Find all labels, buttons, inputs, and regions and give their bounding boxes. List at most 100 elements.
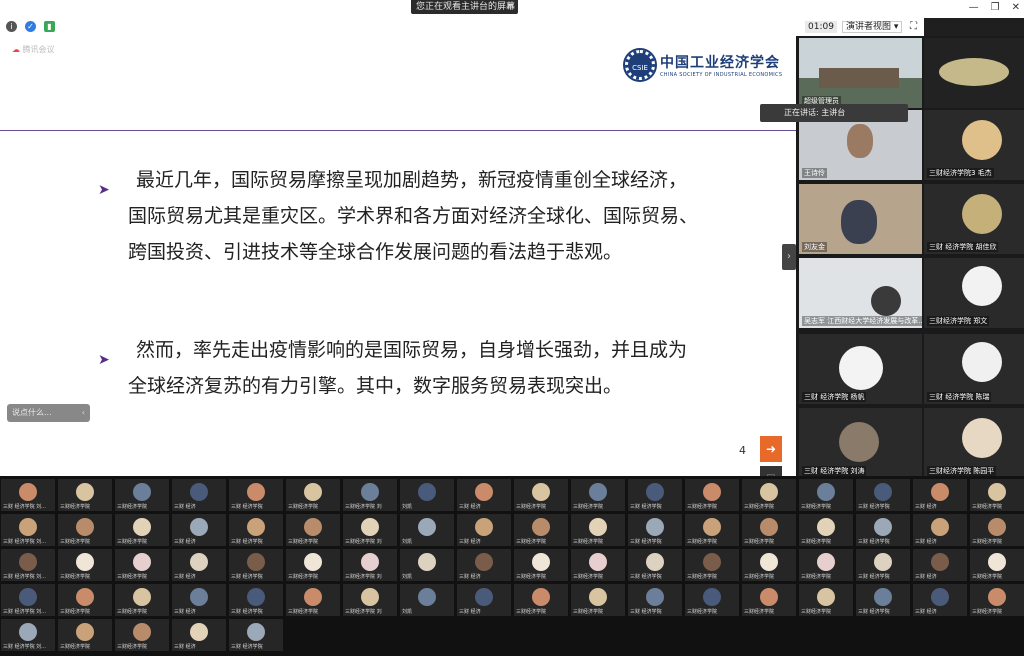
screen-share-banner[interactable]: 您正在观看主讲台的屏幕 ≡ xyxy=(411,0,518,14)
gallery-tile[interactable]: 三财经济学院 xyxy=(969,583,1024,617)
gallery-tile[interactable]: 三财经济学院 xyxy=(114,548,170,582)
gallery-tile[interactable]: 三财经济学院 xyxy=(513,513,569,547)
gallery-tile[interactable]: 三财经济学院 xyxy=(684,513,740,547)
gallery-tile[interactable]: 三财 经济学院 刘... xyxy=(0,618,56,652)
gallery-tile[interactable]: 三财经济学院 xyxy=(114,478,170,512)
gallery-tile[interactable]: 三财经济学院 xyxy=(513,548,569,582)
gallery-tile[interactable]: 三财经济学院 xyxy=(969,548,1024,582)
video-tile[interactable]: 三财 经济学院 杨帆 xyxy=(799,334,922,404)
video-tile[interactable]: 三财经济学院 郑文 xyxy=(924,258,1024,328)
gallery-tile[interactable]: 三财经济学院 xyxy=(57,478,113,512)
gallery-tile[interactable]: 三财经济学院 xyxy=(969,513,1024,547)
gallery-tile[interactable]: 三财 经济学院 刘... xyxy=(0,513,56,547)
gallery-tile[interactable]: 三财 经济学院 xyxy=(627,478,683,512)
share-arrow-button[interactable]: ➜ xyxy=(760,436,782,462)
video-tile[interactable]: 三财 经济学院 刘涛 xyxy=(799,408,922,478)
gallery-tile[interactable]: 三财 经济 xyxy=(456,513,512,547)
gallery-tile[interactable]: 三财经济学院 xyxy=(570,513,626,547)
gallery-tile[interactable]: 三财经济学院 xyxy=(285,513,341,547)
gallery-tile[interactable]: 三财经济学院 xyxy=(798,583,854,617)
gallery-tile[interactable]: 刘凯 xyxy=(399,583,455,617)
chat-collapse-icon[interactable]: ‹ xyxy=(82,404,85,422)
gallery-tile[interactable]: 三财 经济学院 xyxy=(855,583,911,617)
gallery-tile[interactable]: 刘凯 xyxy=(399,513,455,547)
gallery-tile[interactable]: 三财经济学院 xyxy=(684,478,740,512)
gallery-tile[interactable]: 三财经济学院 xyxy=(57,583,113,617)
gallery-tile[interactable]: 三财经济学院 xyxy=(114,513,170,547)
gallery-tile[interactable]: 三财 经济 xyxy=(171,513,227,547)
gallery-tile[interactable]: 三财 经济学院 xyxy=(228,548,284,582)
gallery-tile[interactable]: 三财经济学院 xyxy=(741,548,797,582)
close-button[interactable]: ✕ xyxy=(1012,2,1020,13)
gallery-tile[interactable]: 三财 经济学院 刘... xyxy=(0,583,56,617)
restore-button[interactable]: ❐ xyxy=(991,2,1000,13)
gallery-tile[interactable]: 三财经济学院 刘 xyxy=(342,548,398,582)
video-tile[interactable] xyxy=(924,38,1024,108)
minimize-button[interactable]: — xyxy=(969,2,979,13)
gallery-tile[interactable]: 三财经济学院 xyxy=(741,478,797,512)
gallery-tile[interactable]: 三财 经济学院 xyxy=(855,513,911,547)
gallery-tile[interactable]: 三财经济学院 xyxy=(57,548,113,582)
gallery-tile[interactable]: 三财经济学院 xyxy=(285,583,341,617)
menu-icon[interactable]: ≡ xyxy=(506,0,514,14)
gallery-tile[interactable]: 三财经济学院 xyxy=(741,513,797,547)
gallery-tile[interactable]: 三财经济学院 xyxy=(57,513,113,547)
gallery-tile[interactable]: 三财 经济学院 xyxy=(228,478,284,512)
gallery-tile[interactable]: 三财经济学院 xyxy=(684,583,740,617)
gallery-tile[interactable]: 三财经济学院 xyxy=(114,583,170,617)
gallery-tile[interactable]: 三财 经济学院 xyxy=(627,513,683,547)
gallery-tile[interactable]: 三财经济学院 xyxy=(513,478,569,512)
gallery-tile[interactable]: 三财 经济学院 xyxy=(627,548,683,582)
video-tile[interactable]: 吴志军 江西财经大学经济发展与改革... xyxy=(799,258,922,328)
gallery-tile[interactable]: 三财 经济学院 刘... xyxy=(0,548,56,582)
gallery-tile[interactable]: 三财经济学院 xyxy=(798,513,854,547)
gallery-tile[interactable]: 三财 经济学院 xyxy=(855,548,911,582)
gallery-tile[interactable]: 三财经济学院 刘 xyxy=(342,478,398,512)
gallery-tile[interactable]: 三财经济学院 xyxy=(798,548,854,582)
gallery-tile[interactable]: 三财 经济学院 xyxy=(627,583,683,617)
gallery-tile[interactable]: 三财经济学院 xyxy=(285,548,341,582)
panel-toggle-icon[interactable]: › xyxy=(782,244,796,270)
gallery-tile[interactable]: 三财经济学院 xyxy=(114,618,170,652)
video-tile[interactable]: 三财 经济学院 胡佳欣 xyxy=(924,184,1024,254)
video-tile[interactable]: 刘友金 xyxy=(799,184,922,254)
video-tile[interactable]: 超级管理员 xyxy=(799,38,922,108)
view-selector[interactable]: 演讲者视图 ▾ xyxy=(842,21,903,33)
gallery-tile[interactable]: 三财 经济 xyxy=(171,548,227,582)
gallery-tile[interactable]: 三财 经济 xyxy=(171,478,227,512)
gallery-tile[interactable]: 三财 经济学院 xyxy=(228,618,284,652)
gallery-tile[interactable]: 三财 经济学院 刘... xyxy=(0,478,56,512)
video-tile[interactable]: 三财经济学院 陈园平 xyxy=(924,408,1024,478)
gallery-tile[interactable]: 三财经济学院 xyxy=(513,583,569,617)
gallery-tile[interactable]: 三财经济学院 xyxy=(969,478,1024,512)
signal-icon[interactable]: ▮ xyxy=(44,21,55,32)
gallery-tile[interactable]: 三财 经济 xyxy=(456,583,512,617)
gallery-tile[interactable]: 三财经济学院 xyxy=(570,548,626,582)
chat-input[interactable]: 说点什么... ‹ xyxy=(7,404,90,422)
gallery-tile[interactable]: 三财 经济 xyxy=(912,478,968,512)
gallery-tile[interactable]: 三财 经济 xyxy=(171,618,227,652)
gallery-tile[interactable]: 三财经济学院 xyxy=(570,478,626,512)
fullscreen-icon[interactable]: ⛶ xyxy=(910,21,917,32)
info-icon[interactable]: i xyxy=(6,21,17,32)
video-tile[interactable]: 三财经济学院3 毛杰 xyxy=(924,110,1024,180)
gallery-tile[interactable]: 三财 经济 xyxy=(912,583,968,617)
gallery-tile[interactable]: 三财经济学院 xyxy=(57,618,113,652)
gallery-tile[interactable]: 三财 经济 xyxy=(912,513,968,547)
gallery-tile[interactable]: 三财经济学院 xyxy=(285,478,341,512)
gallery-tile[interactable]: 三财 经济 xyxy=(456,548,512,582)
gallery-tile[interactable]: 三财 经济学院 xyxy=(228,583,284,617)
shield-icon[interactable]: ✓ xyxy=(25,21,36,32)
gallery-tile[interactable]: 三财经济学院 xyxy=(741,583,797,617)
gallery-tile[interactable]: 三财 经济 xyxy=(456,478,512,512)
gallery-tile[interactable]: 三财经济学院 刘 xyxy=(342,513,398,547)
gallery-tile[interactable]: 三财经济学院 xyxy=(570,583,626,617)
video-tile[interactable]: 三财 经济学院 陈瑞 xyxy=(924,334,1024,404)
gallery-tile[interactable]: 三财经济学院 xyxy=(684,548,740,582)
gallery-tile[interactable]: 刘凯 xyxy=(399,478,455,512)
gallery-tile[interactable]: 三财 经济学院 xyxy=(228,513,284,547)
gallery-tile[interactable]: 刘凯 xyxy=(399,548,455,582)
gallery-tile[interactable]: 三财经济学院 刘 xyxy=(342,583,398,617)
gallery-tile[interactable]: 三财 经济 xyxy=(171,583,227,617)
gallery-tile[interactable]: 三财 经济学院 xyxy=(855,478,911,512)
